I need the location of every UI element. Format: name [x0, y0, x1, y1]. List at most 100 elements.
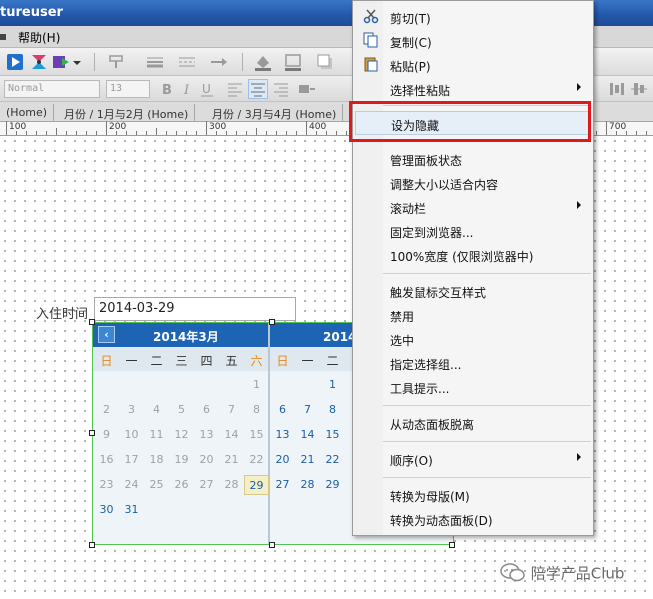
calendar-day[interactable]: 18: [144, 450, 169, 470]
resize-handle[interactable]: [89, 430, 95, 436]
tab-jan-feb[interactable]: 月份 / 1月与2月 (Home): [58, 104, 196, 122]
menu-item-fit-to-content[interactable]: 调整大小以适合内容: [355, 171, 591, 195]
border-color-icon[interactable]: [284, 53, 302, 71]
underline-icon[interactable]: U: [198, 80, 216, 98]
calendar-day[interactable]: 2: [94, 400, 119, 420]
menu-item-convert-to-dynamic-panel[interactable]: 转换为动态面板(D): [355, 507, 591, 531]
calendar-day[interactable]: 3: [119, 400, 144, 420]
share-icon[interactable]: [30, 53, 48, 71]
calendar-day[interactable]: 31: [119, 500, 144, 520]
calendar-day[interactable]: 14: [219, 425, 244, 445]
calendar-day[interactable]: 13: [270, 425, 295, 445]
calendar-day[interactable]: 28: [295, 475, 320, 495]
menu-item-paste-special[interactable]: 选择性粘贴: [355, 77, 591, 101]
calendar-day[interactable]: 1: [320, 375, 345, 395]
menu-item-scrollbars[interactable]: 滚动栏: [355, 195, 591, 219]
publish-icon[interactable]: [52, 53, 70, 71]
calendar-day[interactable]: 15: [244, 425, 269, 445]
calendar-day[interactable]: 30: [94, 500, 119, 520]
calendar-day[interactable]: 28: [219, 475, 244, 495]
calendar-day[interactable]: 20: [270, 450, 295, 470]
calendar-day[interactable]: 14: [295, 425, 320, 445]
menu-item-cut[interactable]: 剪切(T): [355, 5, 591, 29]
calendar-day[interactable]: 21: [295, 450, 320, 470]
calendar-day[interactable]: 13: [194, 425, 219, 445]
format-painter-icon[interactable]: [108, 53, 126, 71]
line-style-icon[interactable]: [146, 53, 164, 71]
resize-handle[interactable]: [269, 542, 275, 548]
calendar-day[interactable]: 22: [244, 450, 269, 470]
menu-item-selected[interactable]: 选中: [355, 327, 591, 351]
menu-item-trigger-mouse-style[interactable]: 触发鼠标交互样式: [355, 279, 591, 303]
italic-icon[interactable]: I: [178, 80, 196, 98]
bold-icon[interactable]: B: [158, 80, 176, 98]
menu-item-full-width[interactable]: 100%宽度 (仅限浏览器中): [355, 243, 591, 267]
calendar-day[interactable]: 26: [169, 475, 194, 495]
calendar-day[interactable]: 21: [219, 450, 244, 470]
calendar-day[interactable]: 10: [119, 425, 144, 445]
calendar-day[interactable]: 7: [295, 400, 320, 420]
font-size-select[interactable]: 13: [106, 80, 150, 98]
checkin-date-input[interactable]: 2014-03-29: [94, 297, 296, 321]
calendar-day[interactable]: 6: [194, 400, 219, 420]
calendar-day[interactable]: 16: [94, 450, 119, 470]
calendar-day[interactable]: 29: [320, 475, 345, 495]
calendar-day[interactable]: 29: [244, 475, 269, 495]
calendar-day[interactable]: 11: [144, 425, 169, 445]
ruler-tick: [266, 131, 267, 135]
calendar-day[interactable]: 19: [169, 450, 194, 470]
fill-color-icon[interactable]: [254, 53, 272, 71]
calendar-day[interactable]: 20: [194, 450, 219, 470]
calendar-day[interactable]: 24: [119, 475, 144, 495]
menu-item-tooltip[interactable]: 工具提示...: [355, 375, 591, 399]
line-weight-icon[interactable]: [178, 53, 196, 71]
calendar-day[interactable]: 23: [94, 475, 119, 495]
menu-item-order[interactable]: 顺序(O): [355, 447, 591, 471]
arrow-style-icon[interactable]: [210, 53, 228, 71]
menu-item-detach-from-panel[interactable]: 从动态面板脱离: [355, 411, 591, 435]
resize-handle[interactable]: [89, 542, 95, 548]
calendar-day[interactable]: 7: [219, 400, 244, 420]
menu-item-help[interactable]: 帮助(H): [18, 29, 60, 46]
calendar-day[interactable]: 5: [169, 400, 194, 420]
calendar-day[interactable]: 15: [320, 425, 345, 445]
shadow-icon[interactable]: [316, 53, 334, 71]
menu-item-manage-panel-states[interactable]: 管理面板状态: [355, 147, 591, 171]
calendar-day[interactable]: 17: [119, 450, 144, 470]
calendar-day[interactable]: 25: [144, 475, 169, 495]
menu-item-copy[interactable]: 复制(C): [355, 29, 591, 53]
menu-item-pin-to-browser[interactable]: 固定到浏览器...: [355, 219, 591, 243]
distribute-icon[interactable]: [608, 80, 626, 98]
align-right-icon[interactable]: [272, 80, 290, 98]
resize-handle[interactable]: [449, 542, 455, 548]
calendar-day[interactable]: 8: [244, 400, 269, 420]
calendar-day[interactable]: 8: [320, 400, 345, 420]
calendar-day[interactable]: 1: [244, 375, 269, 395]
menu-item-selection-group[interactable]: 指定选择组...: [355, 351, 591, 375]
ruler-tick: [66, 131, 67, 135]
calendar-day[interactable]: 9: [94, 425, 119, 445]
style-select[interactable]: Normal: [4, 80, 100, 98]
ruler-tick: [86, 131, 87, 135]
chevron-down-icon[interactable]: [72, 53, 82, 71]
calendar-day[interactable]: 27: [194, 475, 219, 495]
menu-item-convert-to-master[interactable]: 转换为母版(M): [355, 483, 591, 507]
calendar-day[interactable]: 4: [144, 400, 169, 420]
calendar-day[interactable]: 6: [270, 400, 295, 420]
menu-item-view-partial[interactable]: [0, 29, 8, 44]
prev-month-button[interactable]: ‹: [98, 326, 115, 343]
menu-item-paste[interactable]: 粘贴(P): [355, 53, 591, 77]
calendar-day[interactable]: 22: [320, 450, 345, 470]
align-left-icon[interactable]: [226, 80, 244, 98]
bullet-list-icon[interactable]: [298, 80, 316, 98]
tab-mar-apr[interactable]: 月份 / 3月与4月 (Home): [206, 104, 344, 122]
resize-handle[interactable]: [89, 319, 95, 325]
align-middle-icon[interactable]: [630, 80, 648, 98]
calendar-day[interactable]: 12: [169, 425, 194, 445]
resize-handle[interactable]: [269, 319, 275, 325]
tab-home[interactable]: (Home): [0, 104, 55, 122]
play-icon[interactable]: [6, 53, 24, 71]
menu-item-disabled[interactable]: 禁用: [355, 303, 591, 327]
align-center-icon[interactable]: [248, 79, 268, 99]
calendar-day[interactable]: 27: [270, 475, 295, 495]
